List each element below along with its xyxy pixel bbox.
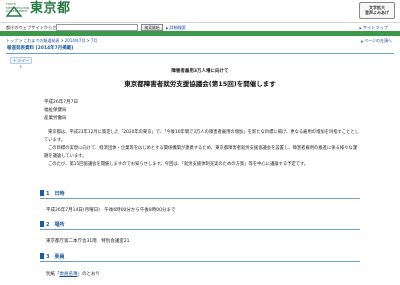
site-logo-text[interactable]: 東京都 bbox=[30, 2, 71, 15]
breadcrumb-month[interactable]: 2014年7月 bbox=[65, 38, 86, 43]
release-date: 平成26年7月7日 bbox=[44, 100, 78, 105]
tweet-button[interactable]: ✦ツイート bbox=[10, 57, 32, 69]
body-paragraph: この目標の実現に向けて、経済団体・企業等をはじめとする関係機関が連携するため、東… bbox=[44, 145, 358, 159]
voice-read-label: 音声よみあげ bbox=[365, 9, 389, 15]
section-datetime-text: 平成26年7月14日(月曜日) 午後6時00分から午後8時00分まで bbox=[46, 208, 176, 213]
body-paragraph: 東京都は、平成23年12月に策定した「2020年の東京」で、「今後10年間で3万… bbox=[44, 130, 360, 143]
breadcrumb: トップ>これまでの報道発表>2014年7月>7月 ページの先頭へ bbox=[0, 36, 400, 44]
site-header: TOKYO METROPOLITAN GOVERNMENT 東京都 文字拡大 音… bbox=[0, 0, 400, 22]
section-heading-members: 3 委員 bbox=[40, 253, 360, 262]
body-paragraph: このたび、第15回協議会を開催しますのでお知らせします。今回は、「就労支援体制充… bbox=[48, 161, 309, 167]
breadcrumb-past-releases[interactable]: これまでの報道発表 bbox=[23, 38, 59, 43]
section-location-text: 東京都庁第二本庁舎31階 特別会議室21 bbox=[46, 239, 130, 244]
release-meta: 平成26年7月7日 福祉保健局 産業労働局 bbox=[44, 99, 78, 123]
release-header: 報道発表資料 [2014年7月掲載] bbox=[6, 46, 394, 54]
release-subtitle: 障害者雇用3万人増に向けて bbox=[171, 69, 229, 74]
page-top-link[interactable]: ページの先頭へ bbox=[361, 38, 392, 43]
release-body: 東京都は、平成23年12月に策定した「2020年の東京」で、「今後10年間で3万… bbox=[44, 129, 360, 169]
twitter-icon: ✦ bbox=[12, 58, 17, 63]
tweet-label: ツイート bbox=[17, 58, 30, 69]
logo-caption: TOKYO METROPOLITAN GOVERNMENT bbox=[6, 2, 30, 14]
section-heading-location: 2 場所 bbox=[40, 221, 360, 230]
department-welfare: 福祉保健局 bbox=[44, 108, 67, 113]
search-button[interactable]: 検索開始 bbox=[141, 24, 163, 31]
section-members-text: 別紙「委員名簿」のとおり bbox=[46, 272, 100, 277]
search-input[interactable] bbox=[56, 24, 138, 31]
accessibility-button[interactable]: 文字拡大 音声よみあげ bbox=[359, 2, 395, 19]
breadcrumb-top[interactable]: トップ bbox=[6, 38, 18, 43]
breadcrumb-current: 7月 bbox=[90, 37, 98, 43]
member-list-link[interactable]: 委員名簿 bbox=[60, 272, 78, 277]
section-heading-datetime: 1 日時 bbox=[40, 190, 360, 199]
page-title: 東京都障害者就労支援協議会(第15回)を開催します bbox=[124, 80, 276, 88]
department-labor: 産業労働局 bbox=[44, 116, 67, 121]
sitemap-link[interactable]: サイトマップ bbox=[360, 25, 388, 31]
detail-search-link[interactable]: 詳細検索 bbox=[166, 25, 186, 31]
search-bar: 都庁のウェブサイトからさがす 検索開始 詳細検索 サイトマップ bbox=[0, 22, 400, 31]
